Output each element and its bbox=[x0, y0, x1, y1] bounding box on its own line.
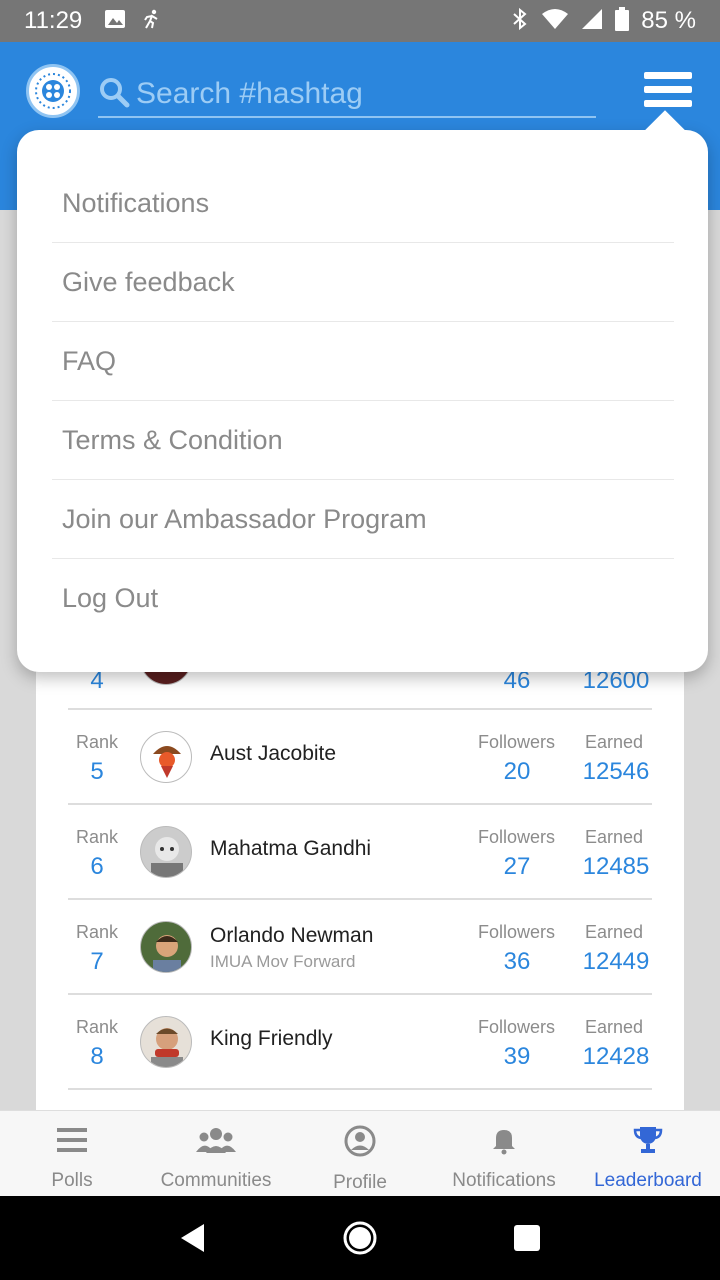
menu-item-logout[interactable]: Log Out bbox=[52, 559, 674, 638]
group-icon bbox=[195, 1125, 237, 1160]
battery-icon bbox=[615, 6, 630, 36]
search-bar[interactable]: Search #hashtag bbox=[98, 72, 596, 118]
signal-icon bbox=[581, 8, 603, 35]
hamburger-icon-line bbox=[644, 100, 692, 107]
followers-count: 20 bbox=[503, 758, 531, 785]
rank-label: Rank bbox=[76, 827, 119, 847]
table-row[interactable]: Rank 6 Mahatma Gandhi Followers 27 Earne… bbox=[68, 805, 652, 900]
earned-label: Earned bbox=[585, 922, 644, 942]
nav-label: Polls bbox=[51, 1170, 93, 1191]
earned-amount: 12428 bbox=[582, 1043, 650, 1070]
table-row[interactable]: Rank 5 Aust Jacobite Followers 20 Earned… bbox=[68, 710, 652, 805]
bell-icon bbox=[490, 1125, 518, 1160]
rank-label: Rank bbox=[76, 1017, 119, 1037]
user-name[interactable]: Orlando Newman bbox=[210, 924, 373, 948]
bluetooth-icon bbox=[511, 7, 529, 36]
menu-button[interactable] bbox=[644, 72, 692, 112]
logo-icon bbox=[35, 73, 71, 109]
hamburger-icon bbox=[644, 72, 692, 79]
nav-leaderboard[interactable]: Leaderboard bbox=[576, 1111, 720, 1196]
nav-notifications[interactable]: Notifications bbox=[432, 1111, 576, 1196]
earned-label: Earned bbox=[585, 732, 644, 752]
menu-item-ambassador[interactable]: Join our Ambassador Program bbox=[52, 480, 674, 559]
nav-profile[interactable]: Profile bbox=[288, 1111, 432, 1196]
menu-item-give-feedback[interactable]: Give feedback bbox=[52, 243, 674, 322]
app-bar: Search #hashtag bbox=[0, 42, 720, 140]
activity-icon bbox=[140, 8, 162, 35]
trophy-icon bbox=[632, 1125, 664, 1160]
followers-label: Followers bbox=[478, 1017, 556, 1037]
list-icon bbox=[56, 1125, 88, 1160]
menu-item-faq[interactable]: FAQ bbox=[52, 322, 674, 401]
followers-count: 27 bbox=[503, 853, 531, 880]
app-logo[interactable] bbox=[26, 64, 80, 118]
nav-label: Profile bbox=[333, 1172, 387, 1193]
rank-number: 7 bbox=[90, 948, 104, 975]
image-icon bbox=[104, 8, 126, 35]
nav-label: Leaderboard bbox=[594, 1170, 702, 1191]
status-right: 85 % bbox=[511, 6, 696, 36]
system-nav-bar bbox=[0, 1196, 720, 1280]
wifi-icon bbox=[541, 8, 569, 35]
user-name[interactable]: Mahatma Gandhi bbox=[210, 837, 371, 861]
rank-number: 5 bbox=[90, 758, 104, 785]
earned-amount: 12546 bbox=[582, 758, 650, 785]
followers-label: Followers bbox=[478, 827, 556, 847]
earned-amount: 12449 bbox=[582, 948, 650, 975]
battery-percent: 85 % bbox=[641, 7, 696, 34]
bottom-nav: Polls Communities Profile Notifications … bbox=[0, 1110, 720, 1196]
nav-polls[interactable]: Polls bbox=[0, 1111, 144, 1196]
menu-item-terms[interactable]: Terms & Condition bbox=[52, 401, 674, 480]
followers-label: Followers bbox=[478, 922, 556, 942]
earned-label: Earned bbox=[585, 827, 644, 847]
table-row[interactable]: Rank 7 Orlando Newman IMUA Mov Forward F… bbox=[68, 900, 652, 995]
recents-button[interactable] bbox=[503, 1214, 551, 1262]
nav-label: Notifications bbox=[452, 1170, 556, 1191]
home-button[interactable] bbox=[336, 1214, 384, 1262]
avatar[interactable] bbox=[140, 731, 192, 783]
menu-item-notifications[interactable]: Notifications bbox=[52, 164, 674, 243]
nav-communities[interactable]: Communities bbox=[144, 1111, 288, 1196]
earned-label: Earned bbox=[585, 1017, 644, 1037]
back-button[interactable] bbox=[169, 1214, 217, 1262]
rank-label: Rank bbox=[76, 732, 119, 752]
profile-icon bbox=[344, 1125, 376, 1162]
avatar[interactable] bbox=[140, 921, 192, 973]
home-icon bbox=[343, 1221, 377, 1255]
status-bar: 11:29 85 % bbox=[0, 0, 720, 42]
menu-items: Notifications Give feedback FAQ Terms & … bbox=[52, 164, 674, 638]
recents-icon bbox=[513, 1225, 540, 1251]
rank-number: 8 bbox=[90, 1043, 104, 1070]
back-icon bbox=[181, 1224, 205, 1252]
table-row[interactable]: Rank 8 King Friendly Followers 39 Earned… bbox=[68, 995, 652, 1090]
user-subtitle: IMUA Mov Forward bbox=[210, 952, 356, 971]
earned-amount: 12485 bbox=[582, 853, 650, 880]
status-time: 11:29 bbox=[24, 7, 83, 34]
followers-count: 39 bbox=[503, 1043, 531, 1070]
rank-number: 6 bbox=[90, 853, 104, 880]
nav-label: Communities bbox=[160, 1170, 272, 1191]
avatar[interactable] bbox=[140, 1016, 192, 1068]
rank-label: Rank bbox=[76, 922, 119, 942]
followers-count: 36 bbox=[503, 948, 531, 975]
hamburger-icon-line bbox=[644, 86, 692, 93]
overflow-menu: Notifications Give feedback FAQ Terms & … bbox=[17, 110, 708, 672]
user-name[interactable]: King Friendly bbox=[210, 1027, 333, 1051]
search-input[interactable]: Search #hashtag bbox=[136, 77, 363, 111]
search-icon bbox=[98, 76, 130, 113]
followers-label: Followers bbox=[478, 732, 556, 752]
status-left-icons bbox=[104, 8, 162, 35]
avatar[interactable] bbox=[140, 826, 192, 878]
user-name[interactable]: Aust Jacobite bbox=[210, 742, 336, 766]
